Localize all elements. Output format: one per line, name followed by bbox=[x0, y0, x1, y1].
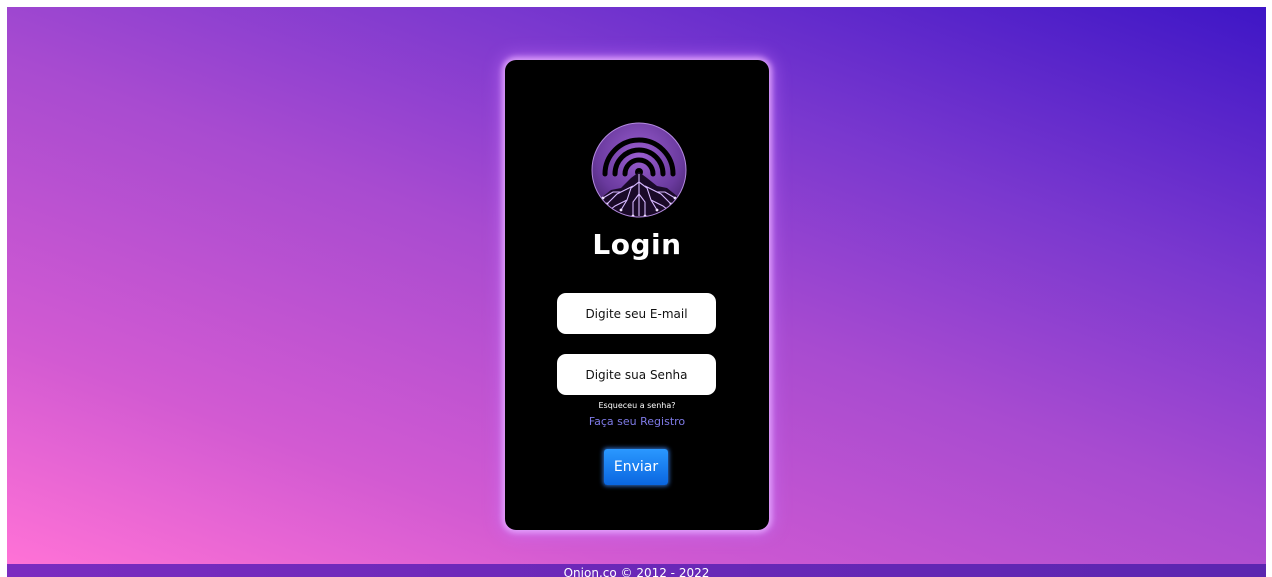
logo bbox=[587, 118, 691, 222]
login-card: Login Esqueceu a senha? Faça seu Registr… bbox=[505, 60, 769, 530]
forgot-password-link[interactable]: Esqueceu a senha? bbox=[505, 401, 769, 410]
page-title: Login bbox=[592, 228, 682, 261]
page-background: Login Esqueceu a senha? Faça seu Registr… bbox=[7, 7, 1266, 564]
footer: Onion.co © 2012 - 2022 bbox=[7, 564, 1266, 577]
email-input[interactable] bbox=[557, 293, 716, 334]
password-input[interactable] bbox=[557, 354, 716, 395]
submit-button[interactable]: Enviar bbox=[604, 449, 668, 485]
footer-copyright: Onion.co © 2012 - 2022 bbox=[563, 566, 710, 577]
register-link[interactable]: Faça seu Registro bbox=[505, 415, 769, 428]
wifi-mountain-logo-icon bbox=[591, 122, 687, 218]
